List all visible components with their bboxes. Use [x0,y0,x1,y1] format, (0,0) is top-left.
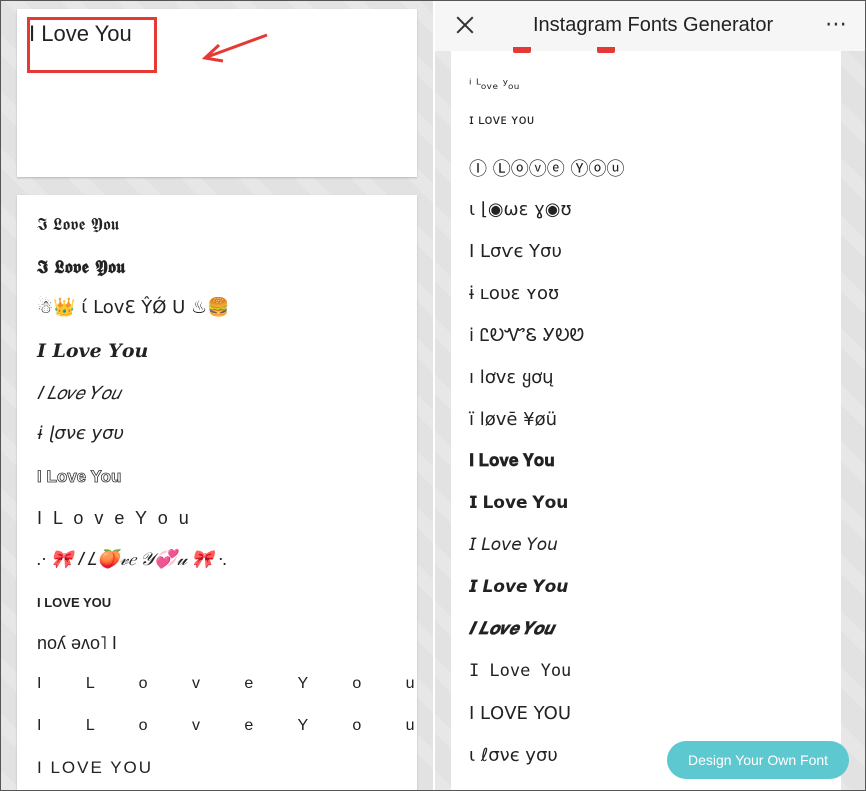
font-row[interactable]: 𝙄 𝙇𝙤𝙫𝙚 𝙔𝙤𝙪 [469,577,568,597]
font-row[interactable]: ɩ ⌊◉⍵ɛ ɣ◉ʊ [469,199,572,220]
fonts-list-left: 𝕴 𝕷𝖔𝖛𝖊 𝖄𝖔𝖚 𝕴 𝕷𝖔𝖛𝖊 𝖄𝖔𝖚 ☃👑 ί LovƐ ŶǾ U ♨🍔 … [17,195,417,790]
text-input-card[interactable]: I Love You [17,9,417,177]
font-row[interactable]: I LOVE YOU [37,758,153,778]
font-row[interactable]: 𝘐 𝘓𝘰𝘷𝘦 𝘠𝘰𝘶 [469,535,558,555]
font-row[interactable]: 𝑰 𝑳𝒐𝒗𝒆 𝒀𝒐𝒖 [37,340,148,362]
arrow-icon [201,33,268,63]
text-input[interactable]: I Love You [29,21,132,47]
font-row[interactable]: noʎ ǝʌo˥ I [37,633,117,654]
font-row[interactable]: ⁱ ᴸₒᵥₑ ʸₒᵤ [469,77,519,93]
font-row[interactable]: 𝑰 𝑳𝒐𝒗𝒆 𝒀𝒐𝒖 [469,619,554,639]
font-row[interactable]: I L o v e Y o u [37,717,435,735]
font-row[interactable]: ɨ ʟօʋɛ ʏօʊ [469,283,559,304]
font-row[interactable]: ı lơvɛ ყơų [469,367,554,388]
font-row[interactable]: ι ℓσνє уσυ [469,745,558,766]
font-row[interactable]: I Love You [37,467,122,487]
more-icon[interactable]: ⋯ [825,14,848,36]
right-panel: ⁱ ᴸₒᵥₑ ʸₒᵤ ɪ ʟᴏᴠᴇ ʏᴏᴜ Ⓘ Ⓛⓞⓥⓔ Ⓨⓞⓤ ɩ ⌊◉⍵ɛ … [435,1,865,790]
left-panel: I Love You 𝕴 𝕷𝖔𝖛𝖊 𝖄𝖔𝖚 𝕴 𝕷𝖔𝖛𝖊 𝖄𝖔𝖚 ☃👑 ί Lo… [1,1,433,790]
font-row[interactable]: I Lσѵє Yσυ [469,241,562,262]
font-row[interactable]: I LOVE YOU [37,595,111,610]
app-header: Instagram Fonts Generator ⋯ [435,1,865,51]
font-row[interactable]: Ⓘ Ⓛⓞⓥⓔ Ⓨⓞⓤ [469,155,624,181]
font-row[interactable]: 𝐼 𝐿𝑜𝑣𝑒 𝑌𝑜𝑢 [37,383,120,404]
scroll-marker [597,47,615,53]
design-your-own-font-button[interactable]: Design Your Own Font [667,741,849,779]
font-row[interactable]: ɨ ɭσνє уσυ [37,423,124,444]
font-row[interactable]: 𝗜 𝗟𝗼𝘃𝗲 𝗬𝗼𝘂 [469,493,568,513]
font-row[interactable]: 𝙸 𝙻𝚘𝚟𝚎 𝚈𝚘𝚞 [469,661,571,682]
font-row[interactable]: 𝕴 𝕷𝖔𝖛𝖊 𝖄𝖔𝖚 [37,257,125,278]
scroll-marker [513,47,531,53]
font-row[interactable]: ☃👑 ί LovƐ ŶǾ U ♨🍔 [37,297,230,318]
font-row[interactable]: ï løvē ¥øü [469,409,557,430]
font-row[interactable]: I L o v e Y o u [37,508,192,529]
fonts-list-right: ⁱ ᴸₒᵥₑ ʸₒᵤ ɪ ʟᴏᴠᴇ ʏᴏᴜ Ⓘ Ⓛⓞⓥⓔ Ⓨⓞⓤ ɩ ⌊◉⍵ɛ … [451,51,841,790]
font-row[interactable]: I ᒪOᐯE YOᑌ [469,703,571,724]
font-row[interactable]: .· 🎀 𝐼 𝐿🍑𝓋𝑒 𝒴💞𝓊 🎀 ·. [37,549,227,570]
screenshot-frame: I Love You 𝕴 𝕷𝖔𝖛𝖊 𝖄𝖔𝖚 𝕴 𝕷𝖔𝖛𝖊 𝖄𝖔𝖚 ☃👑 ί Lo… [0,0,866,791]
page-title: Instagram Fonts Generator [533,14,774,36]
font-row[interactable]: ɪ ʟᴏᴠᴇ ʏᴏᴜ [469,113,534,128]
font-row[interactable]: 𝐈 𝐋𝐨𝐯𝐞 𝐘𝐨𝐮 [469,451,555,471]
close-icon[interactable] [453,13,477,37]
font-row[interactable]: 𝕴 𝕷𝖔𝖛𝖊 𝖄𝖔𝖚 [37,215,119,235]
font-row[interactable]: I L o v e Y o u [37,675,435,693]
font-row[interactable]: ⅰ ᏝᎧᏉᏋ ᎩᎧᏬ [469,325,584,346]
